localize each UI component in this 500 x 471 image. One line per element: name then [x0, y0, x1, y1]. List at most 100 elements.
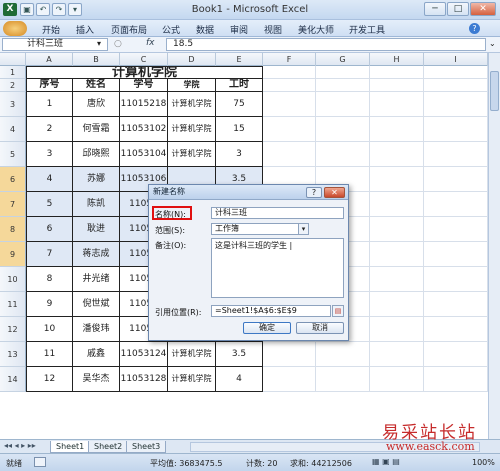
name-box[interactable]: 计科三班 [2, 38, 108, 51]
header-cell[interactable]: 姓名 [73, 79, 120, 92]
office-button[interactable] [3, 21, 27, 36]
col-header-h[interactable]: H [370, 53, 424, 66]
table-cell[interactable]: 11053128 [120, 367, 168, 392]
tab-data[interactable]: 数据 [196, 23, 214, 36]
table-cell[interactable]: 计算机学院 [168, 117, 216, 142]
header-cell[interactable]: 序号 [26, 79, 73, 92]
comment-textarea[interactable]: 这是计科三班的学生 | [211, 238, 344, 298]
table-cell[interactable]: 3.5 [216, 342, 263, 367]
table-cell[interactable]: 75 [216, 92, 263, 117]
table-cell[interactable]: 倪世斌 [73, 292, 120, 317]
col-header-c[interactable]: C [120, 53, 168, 66]
ok-button[interactable]: 确定 [243, 322, 291, 334]
col-header-b[interactable]: B [73, 53, 120, 66]
table-cell[interactable]: 12 [26, 367, 73, 392]
col-header-e[interactable]: E [216, 53, 263, 66]
reference-field[interactable]: =Sheet1!$A$6:$E$9 [211, 305, 331, 317]
tab-view[interactable]: 视图 [264, 23, 282, 36]
close-button[interactable]: ✕ [470, 2, 496, 16]
vertical-scrollbar[interactable] [488, 53, 500, 439]
row-header[interactable]: 10 [0, 267, 26, 292]
table-cell[interactable]: 潘俊玮 [73, 317, 120, 342]
macro-record-icon[interactable] [34, 457, 46, 467]
tab-beautify[interactable]: 美化大师 [298, 23, 334, 36]
table-cell[interactable]: 井光绪 [73, 267, 120, 292]
tab-home[interactable]: 开始 [42, 23, 60, 36]
row-header[interactable]: 11 [0, 292, 26, 317]
row-header[interactable]: 3 [0, 92, 26, 117]
tab-page-layout[interactable]: 页面布局 [111, 23, 147, 36]
table-cell[interactable]: 戚鑫 [73, 342, 120, 367]
row-header[interactable]: 2 [0, 79, 26, 92]
table-cell[interactable]: 2 [26, 117, 73, 142]
row-header[interactable]: 8 [0, 217, 26, 242]
table-cell[interactable]: 4 [26, 167, 73, 192]
header-cell[interactable]: 学号 [120, 79, 168, 92]
name-field[interactable]: 计科三班 [211, 207, 344, 219]
table-cell[interactable]: 11053102 [120, 117, 168, 142]
function-icon[interactable]: fx [146, 38, 155, 48]
dialog-help-button[interactable]: ? [306, 187, 322, 198]
row-header[interactable]: 6 [0, 167, 26, 192]
maximize-button[interactable]: □ [447, 2, 469, 16]
col-header-g[interactable]: G [316, 53, 370, 66]
table-cell[interactable]: 蒋志成 [73, 242, 120, 267]
table-cell[interactable]: 11 [26, 342, 73, 367]
row-header[interactable]: 13 [0, 342, 26, 367]
sheet-title-cell[interactable]: 计算机学院 [26, 66, 263, 79]
table-cell[interactable]: 10 [26, 317, 73, 342]
table-cell[interactable]: 计算机学院 [168, 92, 216, 117]
select-all-corner[interactable] [0, 53, 26, 66]
table-cell[interactable]: 11053104 [120, 142, 168, 167]
expand-formula-icon[interactable]: ⌄ [489, 39, 496, 48]
cancel-button[interactable]: 取消 [296, 322, 344, 334]
table-cell[interactable]: 11015218 [120, 92, 168, 117]
table-cell[interactable]: 计算机学院 [168, 367, 216, 392]
row-header[interactable]: 12 [0, 317, 26, 342]
name-box-dropdown-icon[interactable]: ▾ [97, 39, 101, 48]
table-cell[interactable]: 1 [26, 92, 73, 117]
table-cell[interactable]: 8 [26, 267, 73, 292]
table-cell[interactable]: 计算机学院 [168, 142, 216, 167]
tab-review[interactable]: 审阅 [230, 23, 248, 36]
tab-insert[interactable]: 插入 [76, 23, 94, 36]
table-cell[interactable]: 计算机学院 [168, 342, 216, 367]
table-cell[interactable]: 耿进 [73, 217, 120, 242]
col-header-i[interactable]: I [424, 53, 488, 66]
table-cell[interactable]: 4 [216, 367, 263, 392]
scrollbar-thumb[interactable] [490, 71, 499, 111]
col-header-d[interactable]: D [168, 53, 216, 66]
row-header[interactable]: 7 [0, 192, 26, 217]
table-cell[interactable]: 邱晓熙 [73, 142, 120, 167]
table-cell[interactable]: 7 [26, 242, 73, 267]
formula-input[interactable]: 18.5 [166, 38, 486, 51]
row-header[interactable]: 14 [0, 367, 26, 392]
table-cell[interactable]: 3 [216, 142, 263, 167]
dialog-close-button[interactable]: ✕ [324, 187, 345, 198]
sheet-tab-2[interactable]: Sheet2 [88, 441, 129, 453]
scope-dropdown-icon[interactable]: ▾ [298, 224, 308, 234]
collapse-dialog-icon[interactable]: ▤ [332, 305, 344, 317]
table-cell[interactable]: 11053124 [120, 342, 168, 367]
scope-select[interactable]: 工作簿 [211, 223, 309, 235]
tab-scroll-icons[interactable]: ◂◂ ◂ ▸ ▸▸ [4, 441, 36, 450]
table-cell[interactable]: 唐欣 [73, 92, 120, 117]
cancel-entry-icon[interactable]: ○ [114, 39, 122, 49]
header-cell[interactable]: 学院 [168, 79, 216, 92]
sheet-tab-3[interactable]: Sheet3 [126, 441, 167, 453]
table-cell[interactable]: 5 [26, 192, 73, 217]
row-header[interactable]: 5 [0, 142, 26, 167]
row-header[interactable]: 4 [0, 117, 26, 142]
col-header-f[interactable]: F [263, 53, 316, 66]
tab-formulas[interactable]: 公式 [162, 23, 180, 36]
help-icon[interactable]: ? [469, 23, 480, 34]
table-cell[interactable]: 何雪霜 [73, 117, 120, 142]
table-cell[interactable]: 吴华杰 [73, 367, 120, 392]
table-cell[interactable]: 陈凯 [73, 192, 120, 217]
table-cell[interactable]: 3 [26, 142, 73, 167]
row-header[interactable]: 1 [0, 66, 26, 79]
col-header-a[interactable]: A [26, 53, 73, 66]
tab-developer[interactable]: 开发工具 [349, 23, 385, 36]
table-cell[interactable]: 6 [26, 217, 73, 242]
table-cell[interactable]: 9 [26, 292, 73, 317]
